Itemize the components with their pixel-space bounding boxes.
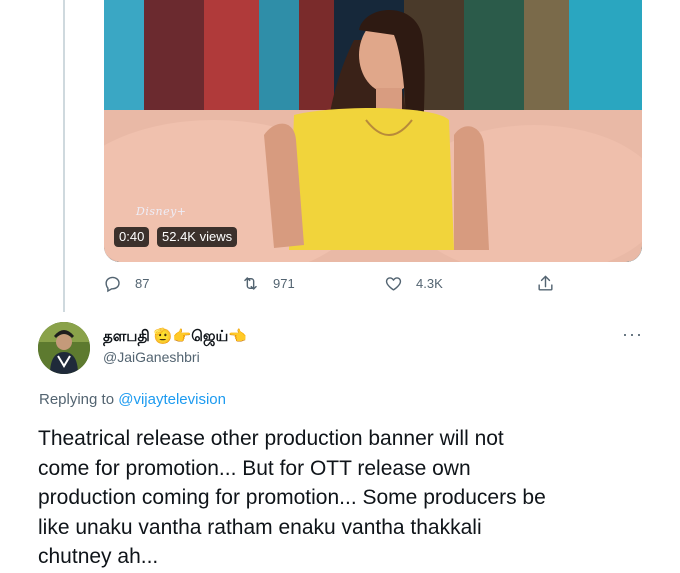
like-count: 4.3K	[416, 276, 443, 291]
tweet-text: Theatrical release other production bann…	[38, 427, 546, 568]
like-action[interactable]: 4.3K	[384, 274, 443, 293]
disney-plus-watermark: Disney+	[136, 205, 187, 218]
avatar-image	[38, 322, 90, 374]
tweet-action-bar: 87 971 4.3K	[0, 274, 680, 298]
thread-connector-line	[63, 0, 65, 312]
reply-icon	[105, 276, 120, 293]
video-duration-badge: 0:40	[114, 227, 150, 247]
share-action[interactable]	[536, 274, 568, 293]
reply-action[interactable]: 87	[103, 274, 149, 293]
video-player[interactable]	[104, 0, 642, 262]
replying-to-line: Replying to @vijaytelevision	[39, 391, 226, 408]
retweet-count: 971	[273, 276, 295, 291]
retweet-action[interactable]: 971	[241, 274, 295, 293]
more-options-button[interactable]: ···	[622, 324, 643, 345]
heart-icon	[385, 277, 402, 291]
video-frame-image	[104, 0, 642, 262]
user-handle[interactable]: @JaiGaneshbri	[103, 349, 200, 365]
user-avatar[interactable]	[38, 322, 90, 374]
reply-count: 87	[135, 276, 150, 291]
display-name[interactable]: தளபதி 🫡👉ஜெய்👈	[103, 327, 247, 347]
video-views-badge: 52.4K views	[157, 227, 238, 247]
share-icon	[538, 275, 553, 291]
replying-to-link[interactable]: @vijaytelevision	[118, 391, 226, 408]
retweet-icon	[244, 277, 257, 290]
replying-prefix: Replying to	[39, 391, 119, 408]
